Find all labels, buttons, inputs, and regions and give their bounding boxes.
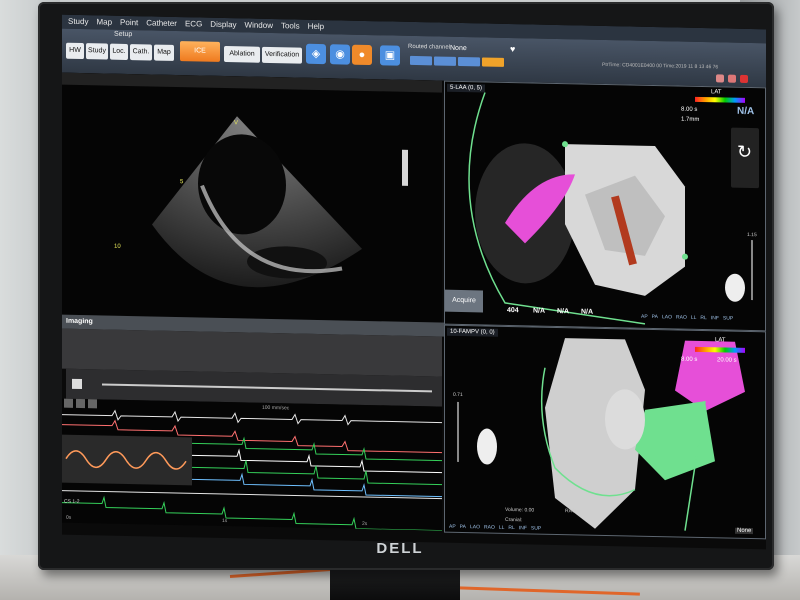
scale-value-bottom: 0.71 [453, 391, 463, 399]
menu-item-display[interactable]: Display [210, 18, 236, 33]
menu-item-tools[interactable]: Tools [281, 19, 300, 33]
view-lao[interactable]: LAO [662, 314, 672, 320]
lat-na-top: N/A [737, 105, 755, 118]
ecg-traces [62, 409, 442, 531]
lat-label-bottom: LAT [715, 337, 726, 344]
status-line: PtrTime: CD4001E0400 00 Time:2019 11 8 1… [602, 61, 719, 71]
menu-item-point[interactable]: Point [120, 16, 138, 30]
menu-item-study[interactable]: Study [68, 15, 88, 29]
view-ap[interactable]: AP [449, 524, 456, 530]
view-inf[interactable]: INF [519, 525, 527, 531]
scale-value-top: 1.15 [747, 231, 757, 239]
record-icon[interactable]: ● [352, 44, 372, 66]
cath-view-icon[interactable]: ◈ [306, 43, 326, 65]
channel-button-2[interactable] [434, 56, 456, 66]
routed-channel-value[interactable]: None [450, 45, 467, 52]
ice-echo-panel: V 5 10 [62, 72, 442, 323]
imaging-label: Imaging [66, 317, 93, 326]
lat-value1-bottom: 8.00 s [681, 356, 698, 363]
rotate-control[interactable]: ↻ [731, 127, 759, 189]
timeline-track[interactable] [102, 383, 432, 393]
pa-label-top: PA [731, 277, 738, 284]
channel-button-4[interactable] [482, 57, 504, 67]
view-pa[interactable]: PA [460, 524, 466, 530]
rotate-icon[interactable]: ↻ [737, 142, 752, 163]
view-ap[interactable]: AP [641, 314, 648, 320]
map-title-top[interactable]: 5-LAA (0, 5) [447, 83, 486, 93]
tab-study[interactable]: Study [86, 43, 108, 60]
map-3d-render-top [468, 92, 745, 325]
tab-loc[interactable]: Loc. [110, 43, 128, 61]
timeline-play-button[interactable] [72, 378, 82, 390]
snapshot-icon[interactable]: ▣ [380, 45, 400, 66]
view-sup[interactable]: SUP [723, 315, 733, 321]
view-ll[interactable]: LL [499, 525, 505, 531]
acquire-button[interactable]: Acquire [445, 289, 483, 313]
rao-label: RAO [565, 508, 576, 515]
volume-label: Volume: 0.00 [505, 506, 535, 514]
lat-color-scale-top [695, 96, 745, 103]
echo-depth-5: 5 [180, 179, 184, 186]
menu-item-help[interactable]: Help [308, 20, 324, 34]
ecg-lead-label: CS 1-2 [64, 498, 80, 505]
tab-ice[interactable]: ICE [180, 41, 220, 62]
ecg-tick-2: 2s [362, 520, 368, 528]
lat-value1-top: 8.00 s [681, 106, 698, 113]
echo-depth-10: 10 [114, 243, 121, 250]
map-view-icon[interactable]: ◉ [330, 44, 350, 65]
view-sup[interactable]: SUP [531, 525, 541, 531]
menu-item-ecg[interactable]: ECG [185, 17, 202, 31]
tab-hw[interactable]: HW [66, 42, 84, 60]
name-dropdown[interactable]: None [735, 527, 754, 535]
monitor-stand [330, 566, 460, 600]
lat-value2-top: 1.7mm [681, 116, 700, 123]
lat-color-scale-bottom [695, 346, 745, 353]
echo-marker-v: V [234, 120, 239, 127]
map-value-3: N/A [557, 307, 570, 316]
view-rl[interactable]: RL [700, 315, 706, 321]
ecg-panel: 100 mm/sec CS 1-2 0s 1s 2s [62, 398, 442, 531]
view-inf[interactable]: INF [711, 315, 719, 321]
view-rao[interactable]: RAO [484, 524, 495, 530]
view-rao[interactable]: RAO [676, 314, 687, 320]
echo-image [152, 116, 408, 288]
channel-button-3[interactable] [458, 56, 480, 67]
window-minimize-button[interactable] [716, 74, 724, 83]
view-lao[interactable]: LAO [470, 524, 480, 530]
view-ll[interactable]: LL [691, 315, 697, 321]
tab-cath[interactable]: Cath. [130, 44, 152, 61]
map-value-1: 404 [507, 306, 519, 315]
window-close-button[interactable] [740, 74, 748, 83]
tab-map[interactable]: Map [154, 44, 174, 61]
map-title-bottom[interactable]: 10-FAMPV (0, 0) [447, 327, 498, 337]
map-value-4: N/A [581, 308, 594, 316]
routed-channel-label: Routed channel [408, 43, 451, 51]
zoom-slider-top[interactable] [751, 240, 753, 301]
map-value-2: N/A [533, 307, 546, 315]
cranial-label: Cranial: [505, 516, 523, 524]
menu-item-catheter[interactable]: Catheter [146, 16, 177, 31]
lat-value2-bottom: 20.00 s [717, 357, 737, 364]
ecg-tick-0: 0s [66, 514, 72, 521]
monitor-screen: Study Map Point Catheter ECG Display Win… [62, 14, 766, 550]
window-restore-button[interactable] [728, 74, 736, 83]
map-view-bottom[interactable]: 10-FAMPV (0, 0) LAT 8.00 s 20.00 s 0.71 … [444, 324, 766, 540]
monitor-brand-logo: DELL [376, 540, 424, 557]
view-pa[interactable]: PA [652, 314, 658, 320]
menu-item-map[interactable]: Map [96, 15, 112, 29]
channel-button-1[interactable] [410, 55, 432, 66]
menu-item-window[interactable]: Window [245, 18, 273, 33]
view-rl[interactable]: RL [508, 525, 514, 531]
setup-group-label: Setup [114, 30, 133, 39]
tab-verification[interactable]: Verification [262, 46, 302, 64]
heart-icon: ♥ [510, 44, 516, 55]
ecg-tick-1: 1s [222, 517, 228, 525]
tab-ablation[interactable]: Ablation [224, 46, 260, 63]
lat-label-top: LAT [711, 89, 722, 96]
zoom-slider-bottom[interactable] [457, 401, 459, 462]
map-view-top[interactable]: 5-LAA (0, 5) LAT N/A 8.00 s 1.7mm ↻ 1.15… [444, 80, 766, 332]
